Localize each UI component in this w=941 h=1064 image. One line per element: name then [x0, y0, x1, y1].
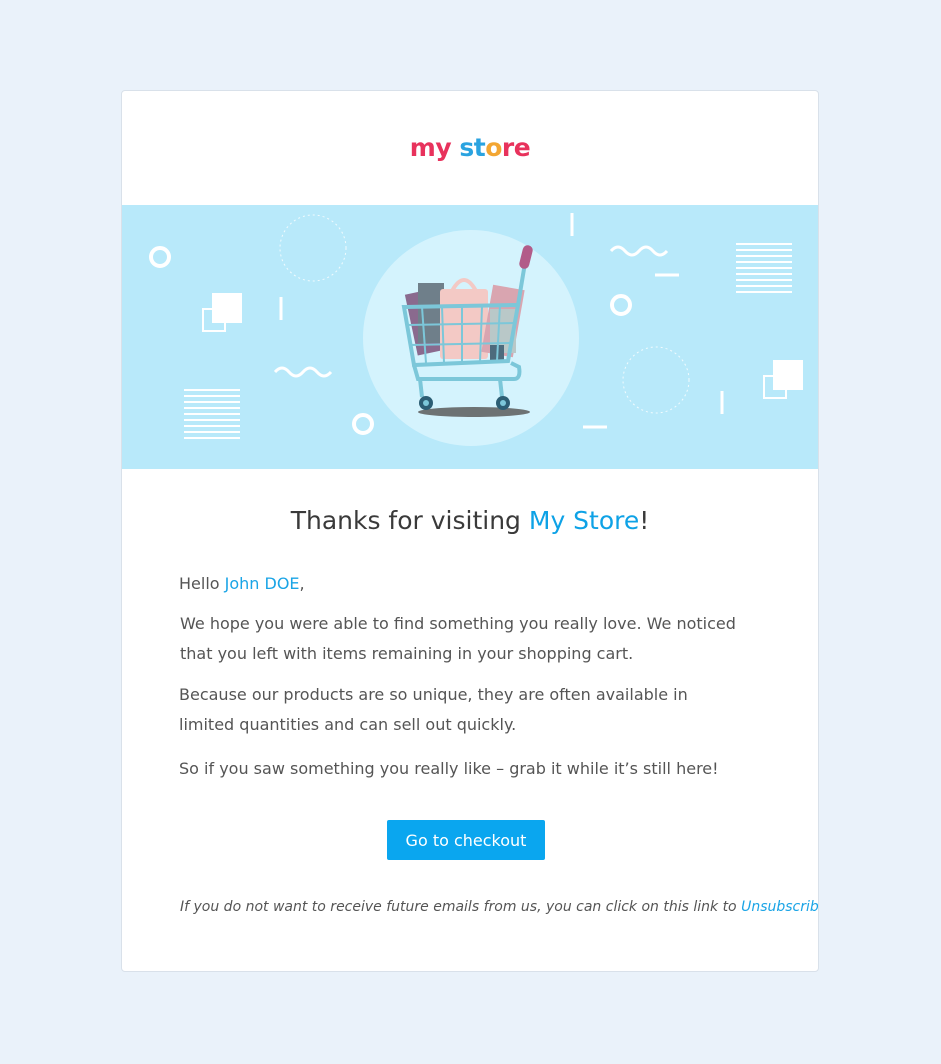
paragraph-limited-quantities: Because our products are so unique, they… [179, 685, 688, 734]
paragraph-grab-it: So if you saw something you really like … [179, 759, 719, 778]
logo-part-re: re [501, 133, 531, 162]
greeting: Hello John DOE, [179, 569, 739, 599]
greeting-hello: Hello [179, 574, 225, 593]
banner-illustration [149, 213, 803, 446]
unsubscribe-link[interactable]: Unsubscribe. [741, 899, 818, 915]
logo-part-my: my [409, 133, 452, 162]
unsubscribe-footer: If you do not want to receive future ema… [180, 899, 818, 915]
paragraph-cart-notice: We hope you were able to find something … [180, 614, 736, 663]
checkout-button[interactable]: Go to checkout [387, 820, 545, 860]
hero-banner [122, 205, 818, 469]
title-suffix: ! [639, 506, 650, 535]
logo-part-st: st [459, 133, 486, 162]
footer-text: If you do not want to receive future ema… [180, 899, 742, 915]
title-store-name: My Store [528, 506, 640, 535]
store-logo[interactable]: my store [122, 133, 818, 163]
greeting-suffix: , [299, 574, 305, 593]
title-prefix: Thanks for visiting [290, 506, 529, 535]
customer-name: John DOE [224, 574, 300, 593]
page-title: Thanks for visiting My Store! [122, 505, 818, 537]
logo-part-o: o [485, 133, 502, 162]
email-card: my store Thanks for visiting My Store! H… [121, 90, 819, 972]
